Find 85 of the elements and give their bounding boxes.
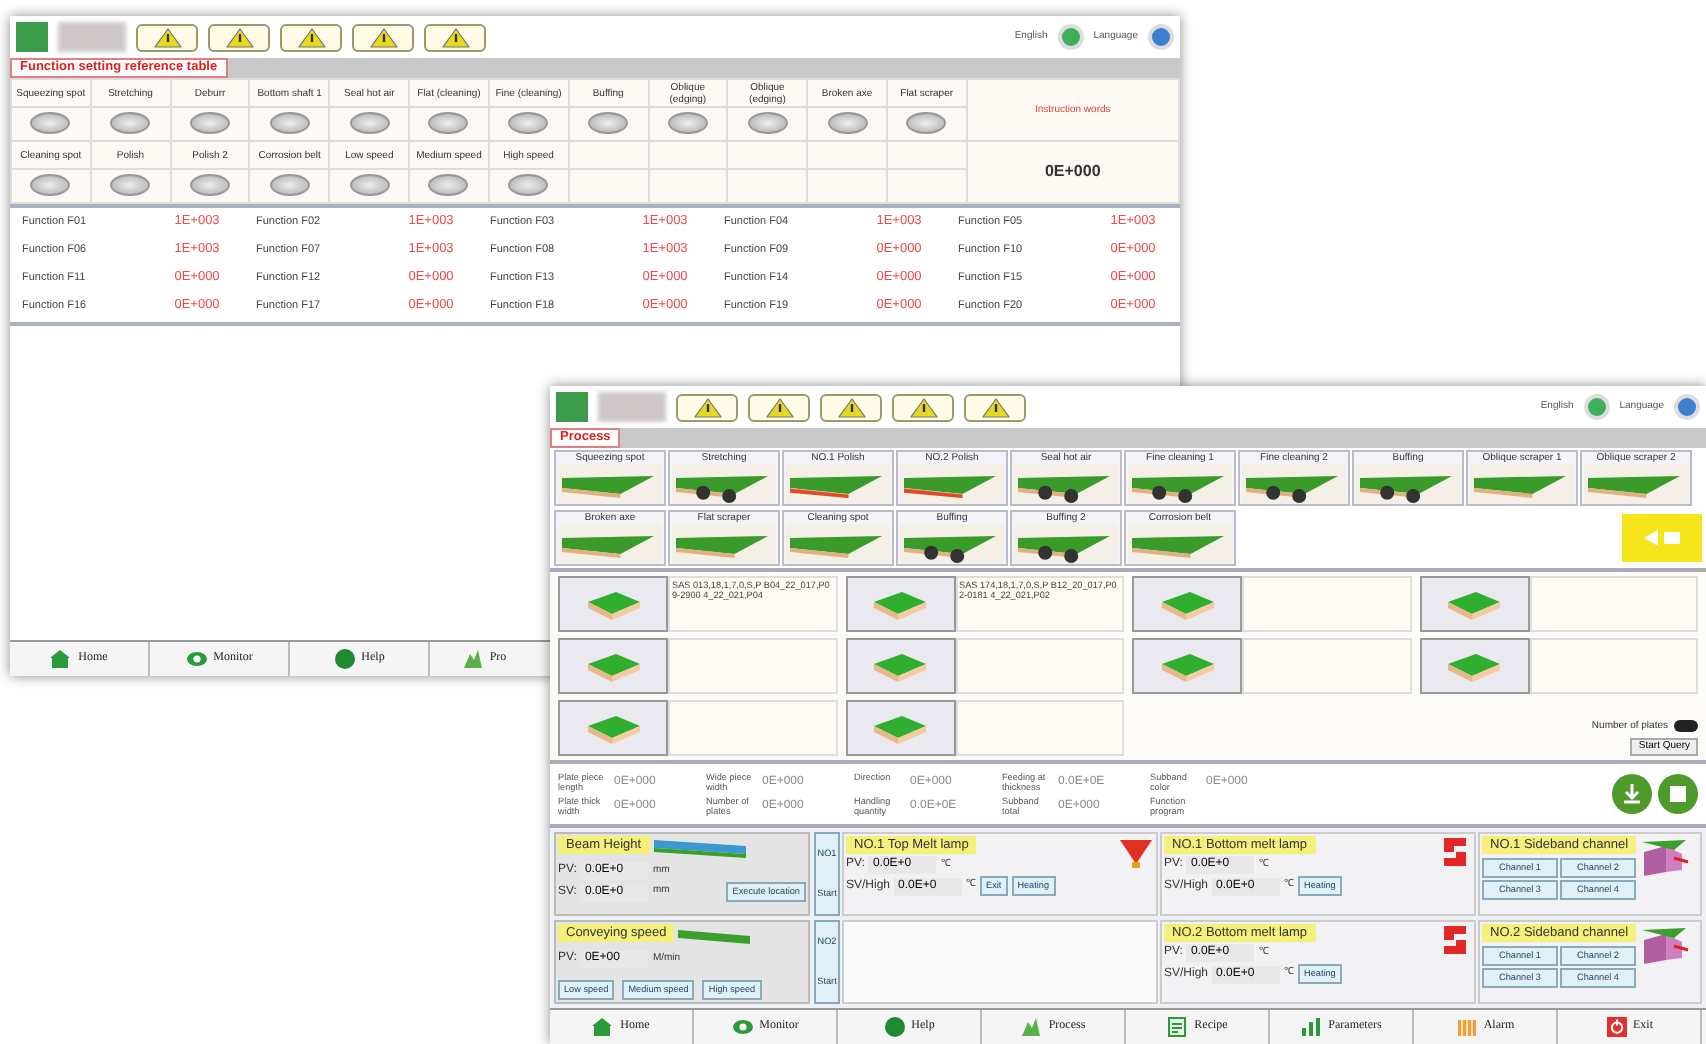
warning-icon bbox=[225, 27, 253, 47]
board-button[interactable] bbox=[1419, 576, 1529, 632]
board-drawing bbox=[558, 464, 662, 504]
warning-button[interactable] bbox=[424, 23, 486, 51]
board-icon bbox=[1444, 586, 1504, 622]
board-drawing bbox=[900, 464, 1004, 504]
warning-button[interactable] bbox=[748, 393, 810, 421]
board-icon bbox=[1444, 648, 1504, 684]
warning-icon bbox=[441, 27, 469, 47]
warning-button[interactable] bbox=[820, 393, 882, 421]
warning-icon bbox=[909, 397, 937, 417]
language-icon[interactable] bbox=[1583, 394, 1610, 420]
help-icon bbox=[333, 648, 356, 670]
board-drawing bbox=[1242, 464, 1346, 504]
language-icon[interactable] bbox=[1148, 24, 1174, 50]
logo-icon bbox=[598, 392, 666, 422]
board-drawing bbox=[1356, 464, 1460, 504]
warning-icon bbox=[693, 397, 721, 417]
board-icon bbox=[583, 586, 643, 622]
board-button[interactable] bbox=[845, 700, 955, 756]
bar-chart-icon bbox=[1300, 1016, 1323, 1038]
machine-drawing bbox=[1638, 924, 1691, 968]
warning-button[interactable] bbox=[676, 393, 738, 421]
warning-icon bbox=[153, 27, 181, 47]
language-icon[interactable] bbox=[1057, 24, 1084, 50]
home-icon bbox=[592, 1016, 615, 1038]
board-button[interactable] bbox=[845, 576, 955, 632]
warning-icon bbox=[981, 397, 1009, 417]
language-icon[interactable] bbox=[1674, 394, 1700, 420]
board-drawing bbox=[1128, 464, 1232, 504]
board-drawing bbox=[1014, 464, 1118, 504]
stop-button[interactable] bbox=[1658, 774, 1698, 814]
power-icon bbox=[1605, 1016, 1627, 1038]
machine-drawing bbox=[1638, 836, 1691, 880]
board-icon bbox=[583, 648, 643, 684]
warning-icon bbox=[765, 397, 793, 417]
board-button[interactable] bbox=[845, 638, 955, 694]
stop-icon bbox=[1668, 784, 1688, 804]
board-icon bbox=[1157, 648, 1217, 684]
toggle-switch[interactable] bbox=[1674, 720, 1698, 733]
instruction-value: 0E+000 bbox=[966, 141, 1179, 203]
beam-drawing bbox=[649, 836, 750, 860]
board-button[interactable] bbox=[1132, 576, 1242, 632]
board-drawing bbox=[1584, 464, 1688, 504]
board-drawing bbox=[900, 524, 1004, 564]
board-button[interactable] bbox=[1419, 638, 1529, 694]
board-drawing bbox=[786, 464, 890, 504]
board-button[interactable] bbox=[1132, 638, 1242, 694]
board-icon bbox=[583, 710, 643, 746]
board-drawing bbox=[558, 524, 662, 564]
board-icon bbox=[870, 648, 930, 684]
warning-icon bbox=[837, 397, 865, 417]
board-drawing bbox=[672, 464, 776, 504]
board-icon bbox=[870, 710, 930, 746]
warning-button[interactable] bbox=[136, 23, 198, 51]
heater-drawing bbox=[1118, 836, 1154, 868]
board-icon bbox=[1157, 586, 1217, 622]
warning-icon bbox=[369, 27, 397, 47]
warning-button[interactable] bbox=[352, 23, 414, 51]
home-icon bbox=[50, 648, 73, 670]
board-drawing bbox=[1470, 464, 1574, 504]
warning-button[interactable] bbox=[964, 393, 1026, 421]
logo-icon bbox=[556, 392, 588, 422]
eye-icon bbox=[185, 648, 208, 670]
download-icon bbox=[1620, 782, 1644, 806]
board-icon bbox=[870, 586, 930, 622]
board-button[interactable] bbox=[558, 700, 668, 756]
warning-icon bbox=[297, 27, 325, 47]
board-drawing bbox=[1014, 524, 1118, 564]
board-button[interactable] bbox=[558, 638, 668, 694]
document-icon bbox=[1166, 1016, 1189, 1038]
download-button[interactable] bbox=[1612, 774, 1652, 814]
eye-icon bbox=[731, 1016, 754, 1038]
board-drawing bbox=[1128, 524, 1232, 564]
warning-button[interactable] bbox=[280, 23, 342, 51]
conveyor-drawing bbox=[674, 924, 755, 948]
logo-icon bbox=[16, 22, 48, 52]
help-icon bbox=[883, 1016, 906, 1038]
warning-button[interactable] bbox=[892, 393, 954, 421]
board-drawing bbox=[672, 524, 776, 564]
board-drawing bbox=[786, 524, 890, 564]
arrow-icon bbox=[1640, 526, 1684, 550]
warning-button[interactable] bbox=[208, 23, 270, 51]
board-button[interactable] bbox=[558, 576, 668, 632]
logo-icon bbox=[58, 22, 126, 52]
